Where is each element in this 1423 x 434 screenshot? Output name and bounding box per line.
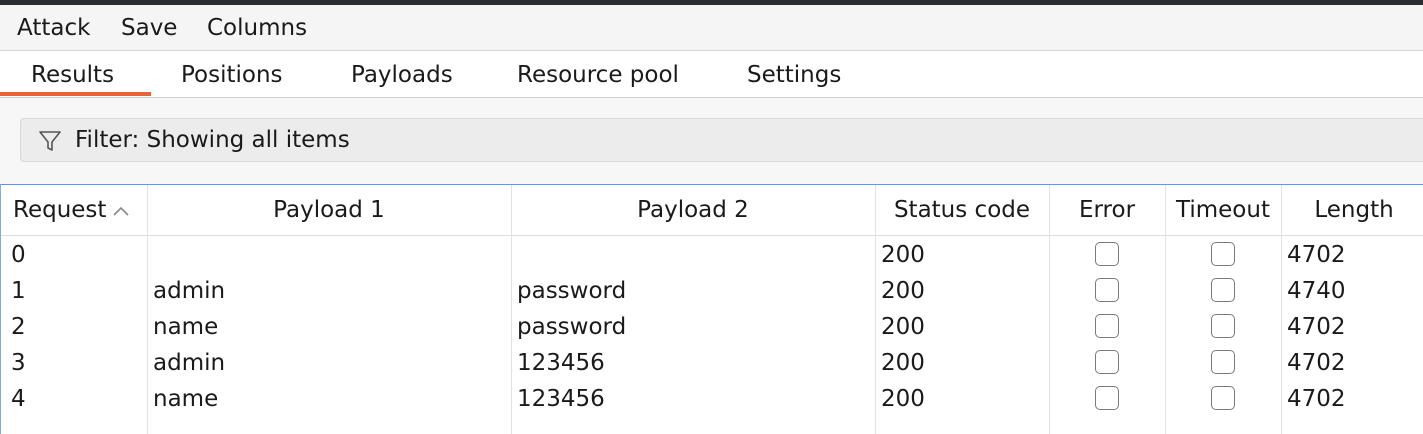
tab-payloads[interactable]: Payloads xyxy=(351,61,453,89)
column-header-payload-2[interactable]: Payload 2 xyxy=(511,185,875,235)
cell-length: 4702 xyxy=(1287,242,1346,268)
column-header-length[interactable]: Length xyxy=(1281,185,1423,235)
cell-payload-1: admin xyxy=(153,350,226,376)
cell-status-code: 200 xyxy=(881,350,925,376)
cell-payload-2: 123456 xyxy=(517,350,605,376)
table-row[interactable]: 2 name password 200 4702 xyxy=(1,309,1423,345)
filter-label: Filter: Showing all items xyxy=(75,127,350,153)
tab-positions[interactable]: Positions xyxy=(181,61,283,89)
cell-status-code: 200 xyxy=(881,278,925,304)
column-header-label: Request xyxy=(13,197,107,223)
cell-request: 1 xyxy=(11,278,26,304)
cell-payload-2: password xyxy=(517,278,627,304)
column-header-error[interactable]: Error xyxy=(1049,185,1165,235)
error-checkbox[interactable] xyxy=(1095,314,1119,338)
column-header-status-code[interactable]: Status code xyxy=(875,185,1049,235)
timeout-checkbox[interactable] xyxy=(1211,386,1235,410)
timeout-checkbox[interactable] xyxy=(1211,350,1235,374)
timeout-checkbox[interactable] xyxy=(1211,278,1235,302)
tab-settings[interactable]: Settings xyxy=(747,61,841,89)
cell-request: 3 xyxy=(11,350,26,376)
menu-bar: Attack Save Columns xyxy=(0,5,1423,51)
cell-payload-1: name xyxy=(153,386,219,412)
table-row[interactable]: 3 admin 123456 200 4702 xyxy=(1,345,1423,381)
error-checkbox[interactable] xyxy=(1095,350,1119,374)
timeout-checkbox[interactable] xyxy=(1211,314,1235,338)
cell-request: 2 xyxy=(11,314,26,340)
timeout-checkbox[interactable] xyxy=(1211,242,1235,266)
cell-payload-1: name xyxy=(153,314,219,340)
cell-length: 4740 xyxy=(1287,278,1346,304)
cell-status-code: 200 xyxy=(881,314,925,340)
cell-status-code: 200 xyxy=(881,242,925,268)
column-header-timeout[interactable]: Timeout xyxy=(1165,185,1281,235)
results-table: Request Payload 1 Payload 2 Status code … xyxy=(0,184,1423,434)
cell-payload-2: 123456 xyxy=(517,386,605,412)
cell-length: 4702 xyxy=(1287,350,1346,376)
chevron-up-icon xyxy=(113,206,130,216)
cell-payload-2: password xyxy=(517,314,627,340)
filter-area: Filter: Showing all items xyxy=(0,98,1423,184)
filter-bar[interactable]: Filter: Showing all items xyxy=(20,118,1423,162)
cell-request: 4 xyxy=(11,386,26,412)
menu-columns[interactable]: Columns xyxy=(207,14,307,42)
menu-save[interactable]: Save xyxy=(121,14,177,42)
error-checkbox[interactable] xyxy=(1095,242,1119,266)
table-row[interactable]: 1 admin password 200 4740 xyxy=(1,273,1423,309)
error-checkbox[interactable] xyxy=(1095,386,1119,410)
tab-results[interactable]: Results xyxy=(31,61,114,89)
active-tab-indicator xyxy=(0,92,151,96)
tab-resource-pool[interactable]: Resource pool xyxy=(517,61,679,89)
column-header-payload-1[interactable]: Payload 1 xyxy=(147,185,511,235)
column-header-request[interactable]: Request xyxy=(1,185,147,235)
cell-payload-1: admin xyxy=(153,278,226,304)
table-header: Request Payload 1 Payload 2 Status code … xyxy=(1,185,1423,236)
cell-length: 4702 xyxy=(1287,386,1346,412)
filter-icon xyxy=(39,131,61,151)
table-row[interactable]: 4 name 123456 200 4702 xyxy=(1,381,1423,417)
cell-status-code: 200 xyxy=(881,386,925,412)
error-checkbox[interactable] xyxy=(1095,278,1119,302)
table-row[interactable]: 0 200 4702 xyxy=(1,237,1423,273)
cell-length: 4702 xyxy=(1287,314,1346,340)
cell-request: 0 xyxy=(11,242,26,268)
tab-bar: Results Positions Payloads Resource pool… xyxy=(0,51,1423,98)
menu-attack[interactable]: Attack xyxy=(17,14,90,42)
